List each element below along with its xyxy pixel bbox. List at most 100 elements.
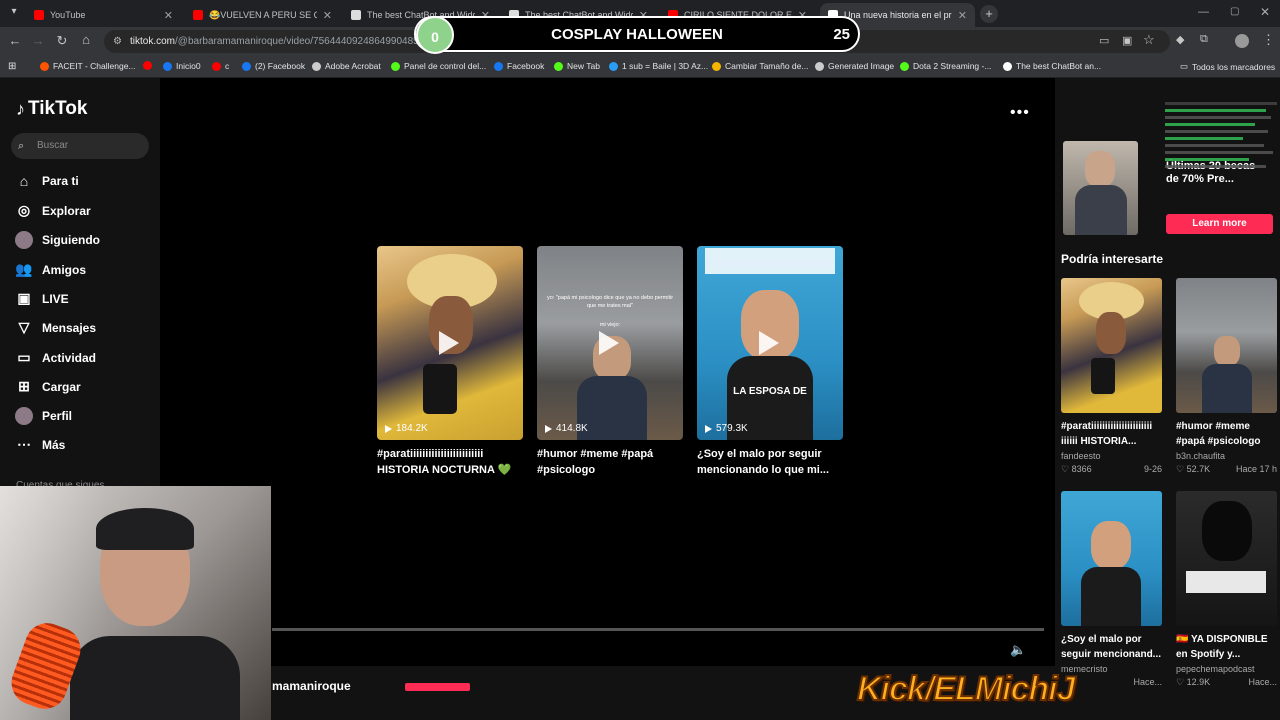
youtube-icon (212, 61, 221, 71)
play-icon (705, 424, 712, 433)
new-tab-button[interactable]: + (980, 5, 998, 23)
suggested-author[interactable]: pepechemapodcast (1176, 664, 1277, 674)
bookmark-star-icon[interactable]: ☆ (1143, 32, 1155, 48)
nav-perfil[interactable]: Perfil (15, 407, 72, 425)
bookmark-item[interactable]: Facebook (494, 61, 544, 71)
reload-icon[interactable]: ↻ (50, 33, 74, 49)
site-info-icon[interactable]: ⚙ (113, 30, 122, 53)
more-options-icon[interactable]: ••• (1010, 104, 1030, 122)
heart-icon: ♡ (1176, 464, 1187, 474)
google-icon (712, 61, 721, 71)
volume-icon[interactable]: 🔈 (1010, 642, 1026, 658)
search-input[interactable]: ⌕ Buscar (11, 133, 149, 159)
video-thumbnail[interactable] (1061, 491, 1162, 626)
nav-mas[interactable]: ⋯ Más (15, 436, 65, 453)
bookmark-item[interactable]: c (212, 61, 229, 71)
close-icon[interactable]: ✕ (958, 9, 967, 22)
learn-more-button[interactable]: Learn more (1166, 214, 1273, 234)
video-thumbnail[interactable] (1176, 491, 1277, 626)
video-thumbnail[interactable] (1061, 278, 1162, 413)
beanie-shape (96, 508, 194, 550)
view-count: 184.2K (385, 423, 428, 434)
nav-mensajes[interactable]: ▽ Mensajes (15, 319, 96, 336)
view-count: 414.8K (545, 423, 588, 434)
bookmark-item[interactable]: Dota 2 Streaming -... (900, 61, 991, 71)
suggested-video[interactable]: 🇪🇸 YA DISPONIBLE en Spotify y... pepeche… (1176, 491, 1277, 688)
face-shape (1091, 521, 1131, 569)
window-close-button[interactable]: ✕ (1260, 5, 1270, 19)
back-icon[interactable]: ← (3, 33, 27, 48)
video-player-area[interactable]: 184.2K #paratiiiiiiiiiiiiiiiiiiiiiiii HI… (160, 78, 1055, 720)
maximize-button[interactable]: ▢ (1230, 6, 1239, 17)
nav-cargar[interactable]: ⊞ Cargar (15, 378, 81, 395)
related-video-card[interactable]: 184.2K #paratiiiiiiiiiiiiiiiiiiiiiiii HI… (377, 246, 523, 478)
suggested-meta: ♡ 8366 9-26 (1061, 464, 1162, 474)
cast-icon[interactable]: ▭ (1099, 34, 1109, 47)
all-bookmarks[interactable]: ▭ Todos los marcadores (1180, 61, 1275, 72)
facebook-icon (494, 61, 503, 71)
streamer-body (70, 636, 240, 720)
related-video-card[interactable]: LA ESPOSA DE 579.3K ¿Soy el malo por seg… (697, 246, 843, 478)
phone-shape (1091, 358, 1115, 394)
suggested-author[interactable]: memecristo (1061, 664, 1162, 674)
bookmark-item[interactable]: (2) Facebook (242, 61, 305, 71)
video-thumbnail[interactable]: yo: "papá mi psicologo dice que ya no de… (537, 246, 683, 440)
nav-actividad[interactable]: ▭ Actividad (15, 349, 96, 366)
tab-search-icon[interactable]: ▾ (2, 6, 26, 17)
kick-icon (900, 61, 909, 71)
nav-explorar[interactable]: ◎ Explorar (15, 202, 91, 219)
apps-grid-icon[interactable]: ⊞ (8, 61, 16, 72)
tiktok-logo[interactable]: ♪ TikTok (16, 98, 87, 120)
nav-para-ti[interactable]: ⌂ Para ti (15, 173, 79, 189)
ad-thumbnail[interactable] (1063, 141, 1138, 235)
youtube-icon (34, 10, 44, 20)
bookmark-item[interactable]: The best ChatBot an... (1003, 61, 1101, 71)
menu-kebab-icon[interactable]: ⋮ (1262, 32, 1275, 48)
minimize-button[interactable]: — (1198, 6, 1209, 18)
suggested-author[interactable]: fandeesto (1061, 451, 1162, 461)
bookmark-item[interactable]: Inicio0 (163, 61, 201, 71)
home-icon[interactable]: ⌂ (74, 32, 98, 47)
bookmark-item[interactable]: 1 sub = Baile | 3D Az... (609, 61, 708, 71)
bookmark-item[interactable]: Generated Image (815, 61, 894, 71)
translate-icon[interactable]: ▣ (1122, 34, 1132, 47)
follow-button[interactable] (405, 683, 470, 691)
close-icon[interactable]: ✕ (323, 9, 332, 22)
video-thumbnail[interactable]: 184.2K (377, 246, 523, 440)
close-icon[interactable]: ✕ (164, 9, 173, 22)
caption-box (705, 248, 835, 274)
nav-amigos[interactable]: 👥 Amigos (15, 261, 86, 278)
video-progress-bar[interactable] (272, 628, 1044, 631)
related-video-card[interactable]: yo: "papá mi psicologo dice que ya no de… (537, 246, 683, 478)
bookmark-item[interactable]: Cambiar Tamaño de... (712, 61, 808, 71)
nav-live[interactable]: ▣ LIVE (15, 290, 68, 307)
friends-icon: 👥 (15, 261, 33, 277)
suggested-author[interactable]: b3n.chaufita (1176, 451, 1277, 461)
bookmark-item[interactable]: Adobe Acrobat (312, 61, 381, 71)
facebook-icon (242, 61, 251, 71)
suggested-video[interactable]: ¿Soy el malo por seguir mencionand... me… (1061, 491, 1162, 687)
browser-tab[interactable]: YouTube ✕ (26, 3, 181, 27)
bookmark-item[interactable]: FACEIT - Challenge... (40, 61, 136, 71)
forward-icon[interactable]: → (26, 33, 50, 48)
globe-icon (312, 61, 321, 71)
play-icon (439, 331, 459, 355)
bookmark-item[interactable] (143, 61, 156, 70)
author-name[interactable]: mamaniroque (272, 679, 351, 693)
nav-siguiendo[interactable]: Siguiendo (15, 231, 100, 249)
video-thumbnail[interactable] (1176, 278, 1277, 413)
suggested-video[interactable]: #humor #meme #papá #psicologo b3n.chaufi… (1176, 278, 1277, 475)
tool-icon (609, 61, 618, 71)
globe-icon (815, 61, 824, 71)
bookmark-item[interactable]: New Tab (554, 61, 600, 71)
play-icon (759, 331, 779, 355)
bookmark-item[interactable]: Panel de control del... (391, 61, 486, 71)
browser-tab[interactable]: 😂VUELVEN A PERU SE QUEJAN✕ (185, 3, 340, 27)
extensions-puzzle-icon[interactable]: ⧉ (1200, 33, 1208, 46)
extension-icon[interactable]: ◆ (1176, 33, 1184, 46)
video-thumbnail[interactable]: LA ESPOSA DE 579.3K (697, 246, 843, 440)
heart-icon: ♡ (1061, 464, 1072, 474)
suggested-video[interactable]: #paratiiiiiiiiiiiiiiiiiiiiii iiiiii HIST… (1061, 278, 1162, 475)
video-caption-overlay: LA ESPOSA DE (733, 386, 807, 397)
profile-avatar[interactable] (1235, 34, 1249, 48)
